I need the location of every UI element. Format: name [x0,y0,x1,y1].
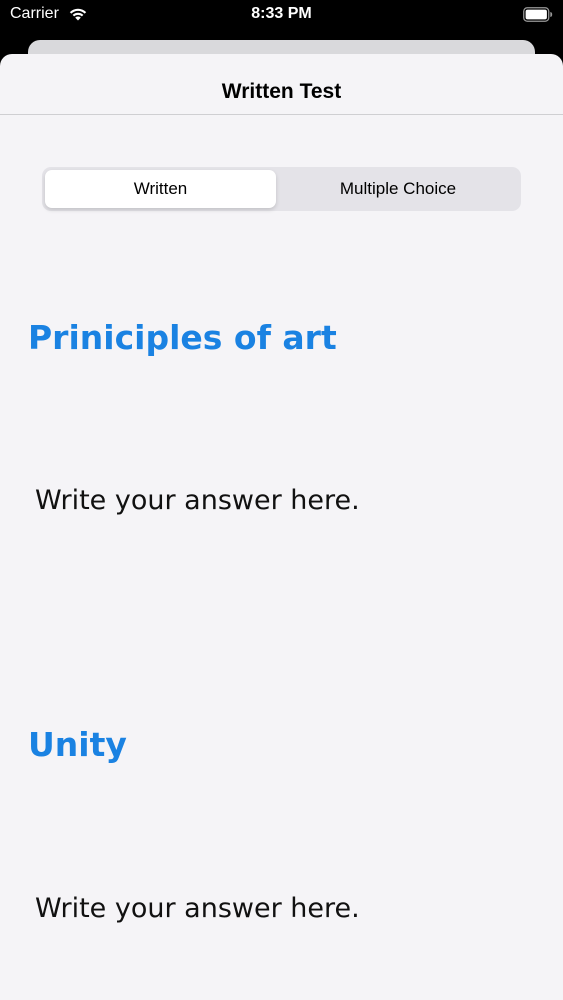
navigation-bar: Written Test [0,54,563,115]
segment-multiple-choice[interactable]: Multiple Choice [278,170,518,208]
answer-field-unity[interactable] [35,890,525,926]
page-title: Written Test [221,80,342,103]
status-bar: Carrier 8:33 PM [0,0,563,30]
segment-written[interactable]: Written [45,170,276,208]
test-type-segmented-control: Written Multiple Choice [42,167,521,211]
question-title-unity: Unity [28,725,127,764]
status-time: 8:33 PM [251,5,312,22]
app-screen: Carrier 8:33 PM Written Test Written Mul… [0,0,563,1000]
modal-sheet: Written Test Written Multiple Choice Pri… [0,54,563,1000]
question-title-principles-of-art: Priniciples of art [28,318,337,357]
answer-field-principles-of-art[interactable] [35,482,525,518]
battery-icon [523,7,553,22]
